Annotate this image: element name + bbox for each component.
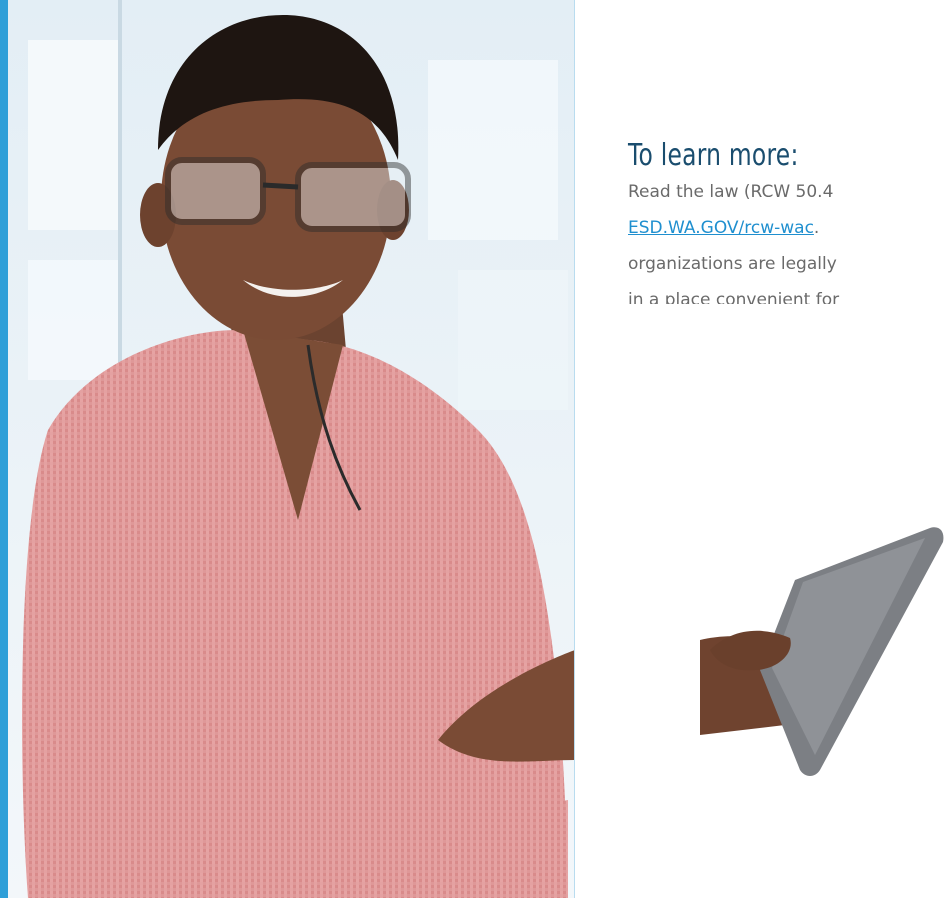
- person-with-tablet-photo: [8, 0, 575, 898]
- tablet-image: [700, 527, 944, 776]
- body-line-2: ESD.WA.GOV/rcw-wac.: [628, 210, 945, 246]
- body-line-4: in a place convenient for: [628, 290, 840, 304]
- body-line-1: Read the law (RCW 50.4: [628, 182, 834, 202]
- section-body: Read the law (RCW 50.4 ESD.WA.GOV/rcw-wa…: [628, 174, 945, 304]
- body-line-3: organizations are legally: [628, 254, 837, 274]
- rcw-wac-link[interactable]: ESD.WA.GOV/rcw-wac: [628, 218, 814, 238]
- accent-strip: [0, 0, 8, 898]
- photo-illustration: [8, 0, 574, 898]
- body-line-2-suffix: .: [813, 218, 820, 238]
- section-heading: To learn more:: [628, 138, 799, 173]
